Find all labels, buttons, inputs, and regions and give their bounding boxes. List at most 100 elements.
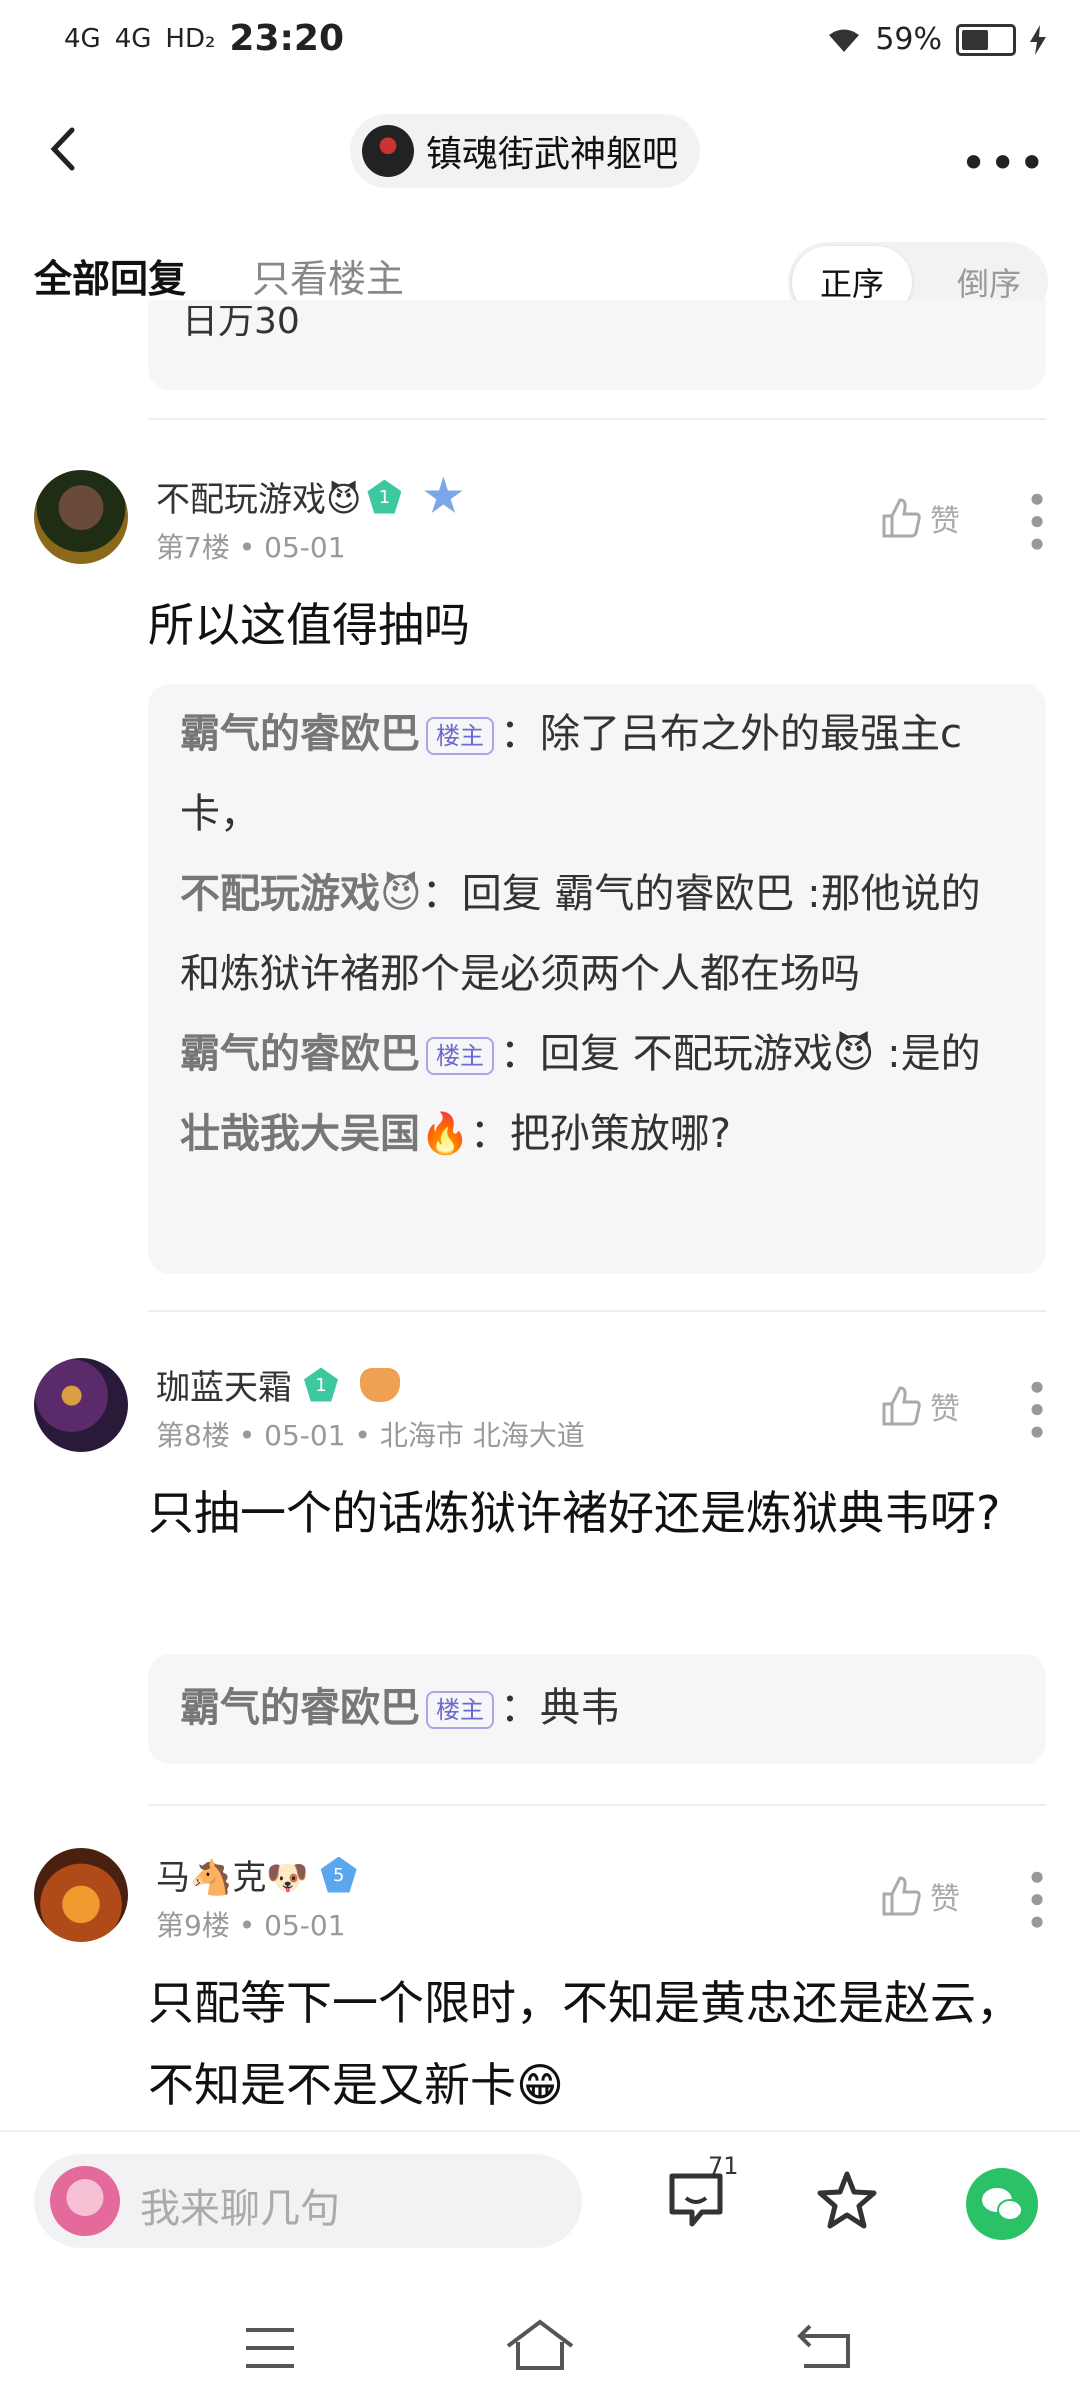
system-nav-bar bbox=[0, 2280, 1080, 2400]
username-row: 珈蓝天霜 1 bbox=[156, 1360, 400, 1409]
username-row: 马🐴克🐶 5 bbox=[156, 1850, 357, 1899]
like-label: 赞 bbox=[930, 504, 960, 539]
post-meta: 第7楼 • 05-01 bbox=[156, 531, 346, 564]
divider bbox=[148, 418, 1046, 420]
reply-text: 回复 不配玩游戏😈 :是的 bbox=[540, 1031, 981, 1077]
username[interactable]: 珈蓝天霜 bbox=[156, 1360, 292, 1409]
post-content: 所以这值得抽吗 bbox=[148, 598, 470, 652]
reply-input[interactable]: 我来聊几句 bbox=[34, 2154, 582, 2248]
signal-1: 4G bbox=[64, 23, 101, 54]
post-more-button[interactable]: ••• bbox=[1014, 1866, 1058, 1933]
tab-all-replies[interactable]: 全部回复 bbox=[34, 248, 186, 303]
reply-author[interactable]: 霸气的睿欧巴 bbox=[180, 711, 420, 757]
favorite-button[interactable] bbox=[814, 2168, 884, 2234]
reply-text: 典韦 bbox=[540, 1685, 620, 1731]
reply-author[interactable]: 壮哉我大吴国🔥 bbox=[180, 1111, 470, 1157]
post-meta: 第8楼 • 05-01 • 北海市 北海大道 bbox=[156, 1419, 585, 1452]
colon: ： bbox=[500, 1031, 540, 1077]
thumbs-up-icon bbox=[882, 1876, 921, 1916]
top-header: 镇魂街武神躯吧 ••• bbox=[0, 84, 1080, 214]
forum-avatar bbox=[362, 125, 414, 177]
tab-op-only[interactable]: 只看楼主 bbox=[252, 248, 404, 303]
bottom-bar: 我来聊几句 71 bbox=[0, 2130, 1080, 2282]
colon: ： bbox=[500, 711, 540, 757]
battery-icon bbox=[956, 23, 1016, 56]
avatar[interactable] bbox=[34, 470, 128, 564]
back-icon[interactable] bbox=[796, 2322, 852, 2370]
back-button[interactable] bbox=[40, 124, 90, 174]
reply-box: 霸气的睿欧巴 楼主 ：典韦 bbox=[148, 1654, 1046, 1764]
username[interactable]: 马🐴克🐶 bbox=[156, 1850, 309, 1899]
chevron-left-icon bbox=[50, 127, 75, 171]
avatar[interactable] bbox=[34, 1848, 128, 1942]
menu-icon[interactable] bbox=[244, 2326, 296, 2370]
username[interactable]: 不配玩游戏😈 bbox=[156, 472, 361, 521]
post-more-button[interactable]: ••• bbox=[1014, 488, 1058, 555]
hd-indicator: HD₂ bbox=[165, 23, 216, 54]
level-gem-icon: 1 bbox=[304, 1367, 338, 1402]
divider bbox=[148, 1804, 1046, 1806]
wifi-icon bbox=[829, 29, 860, 52]
date: 05-01 bbox=[264, 531, 346, 564]
clock: 23:20 bbox=[229, 18, 344, 59]
avatar[interactable] bbox=[34, 1358, 128, 1452]
forum-pill[interactable]: 镇魂街武神躯吧 bbox=[350, 114, 701, 188]
reply-text: 把孙策放哪? bbox=[509, 1111, 732, 1157]
reply-placeholder: 我来聊几句 bbox=[140, 2186, 340, 2232]
level-gem-icon: 1 bbox=[367, 479, 402, 514]
status-left: 4G 4G HD₂ 23:20 bbox=[64, 18, 344, 59]
reply-item[interactable]: 壮哉我大吴国🔥：把孙策放哪? bbox=[180, 1094, 1014, 1174]
like-label: 赞 bbox=[930, 1882, 960, 1917]
more-button[interactable]: ••• bbox=[960, 136, 1047, 190]
level-gem-icon: 5 bbox=[320, 1856, 357, 1893]
post-meta: 第9楼 • 05-01 bbox=[156, 1909, 346, 1942]
op-tag: 楼主 bbox=[426, 717, 494, 755]
status-bar: 4G 4G HD₂ 23:20 59% bbox=[0, 0, 1080, 84]
forum-name: 镇魂街武神躯吧 bbox=[426, 134, 679, 175]
reply-author[interactable]: 霸气的睿欧巴 bbox=[180, 1685, 420, 1731]
post-content: 只配等下一个限时，不知是黄忠还是赵云，不知是不是又新卡😁 bbox=[148, 1976, 1022, 2112]
battery-percent: 59% bbox=[875, 22, 942, 57]
remnant-label: 日万30 bbox=[182, 306, 300, 342]
wechat-icon bbox=[982, 2188, 1023, 2221]
like-button[interactable]: 赞 bbox=[878, 1874, 960, 1918]
home-icon[interactable] bbox=[504, 2318, 576, 2370]
reply-list: 霸气的睿欧巴 楼主 ：除了吕布之外的最强主c卡， 不配玩游戏😈：回复 霸气的睿欧巴 … bbox=[148, 684, 1046, 1174]
post-more-button[interactable]: ••• bbox=[1014, 1376, 1058, 1443]
reply-list: 霸气的睿欧巴 楼主 ：典韦 bbox=[148, 1654, 1046, 1748]
floor: 第8楼 bbox=[156, 1419, 230, 1452]
member-star-icon bbox=[424, 476, 463, 513]
like-button[interactable]: 赞 bbox=[878, 1384, 960, 1428]
charging-icon bbox=[1030, 24, 1046, 55]
like-button[interactable]: 赞 bbox=[878, 496, 960, 540]
op-tag: 楼主 bbox=[426, 1691, 494, 1729]
game-badge-icon bbox=[360, 1367, 400, 1402]
divider bbox=[148, 1310, 1046, 1312]
signal-2: 4G bbox=[114, 23, 152, 54]
wechat-share-button[interactable] bbox=[966, 2168, 1038, 2240]
comment-count: 71 bbox=[708, 2152, 739, 2180]
remnant-text: 日万30 bbox=[182, 306, 300, 344]
floor: 第9楼 bbox=[156, 1909, 230, 1942]
reply-item[interactable]: 不配玩游戏😈：回复 霸气的睿欧巴 :那他说的和炼狱许褚那个是必须两个人都在场吗 bbox=[180, 854, 1014, 1014]
reply-item[interactable]: 霸气的睿欧巴 楼主 ：除了吕布之外的最强主c卡， bbox=[180, 684, 1014, 854]
date: 05-01 bbox=[264, 1419, 346, 1452]
colon: ： bbox=[421, 871, 462, 917]
thumbs-up-icon bbox=[882, 1386, 921, 1426]
location: 北海市 北海大道 bbox=[379, 1419, 585, 1452]
floor: 第7楼 bbox=[156, 531, 230, 564]
star-icon bbox=[817, 2171, 877, 2229]
post-content: 只抽一个的话炼狱许褚好还是炼狱典韦呀? bbox=[148, 1486, 1001, 1540]
colon: ： bbox=[469, 1111, 510, 1157]
username-row: 不配玩游戏😈 1 bbox=[156, 472, 463, 521]
my-avatar bbox=[50, 2166, 120, 2236]
reply-item[interactable]: 霸气的睿欧巴 楼主 ：典韦 bbox=[180, 1654, 1014, 1748]
reply-author[interactable]: 霸气的睿欧巴 bbox=[180, 1031, 420, 1077]
reply-item[interactable]: 霸气的睿欧巴 楼主 ：回复 不配玩游戏😈 :是的 bbox=[180, 1014, 1014, 1094]
like-label: 赞 bbox=[930, 1392, 960, 1427]
date: 05-01 bbox=[264, 1909, 346, 1942]
colon: ： bbox=[500, 1685, 540, 1731]
reply-box: 霸气的睿欧巴 楼主 ：除了吕布之外的最强主c卡， 不配玩游戏😈：回复 霸气的睿欧巴 … bbox=[148, 684, 1046, 1274]
status-right: 59% bbox=[827, 22, 1046, 57]
reply-author[interactable]: 不配玩游戏😈 bbox=[180, 871, 422, 917]
